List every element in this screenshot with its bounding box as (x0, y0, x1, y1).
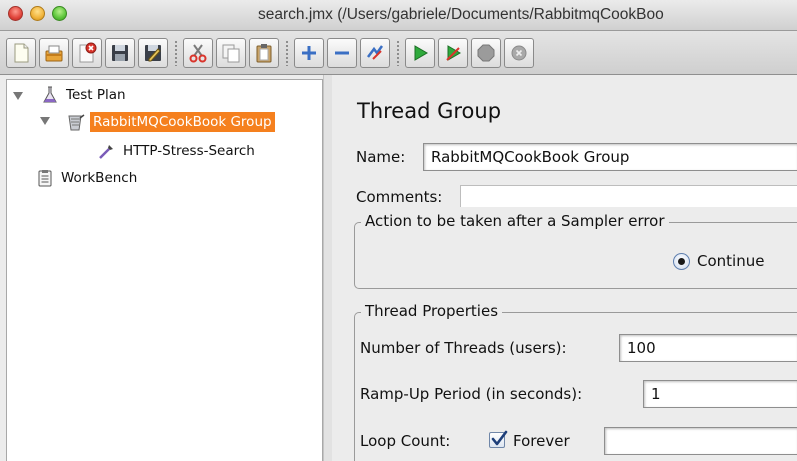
minimize-window-button[interactable] (30, 6, 45, 21)
name-field[interactable]: RabbitMQCookBook Group (423, 143, 797, 171)
loop-count-field[interactable] (604, 427, 797, 455)
continue-radio[interactable] (673, 253, 690, 270)
cut-icon (189, 44, 207, 63)
close-window-button[interactable] (8, 6, 23, 21)
start-no-pauses-icon (446, 45, 461, 61)
tree-item-thread-group[interactable]: RabbitMQCookBook Group (66, 111, 275, 133)
toggle-icon (367, 45, 384, 60)
cut-button[interactable] (183, 38, 213, 68)
panel-splitter[interactable] (323, 75, 332, 461)
toolbar (0, 31, 797, 75)
save-button[interactable] (105, 38, 135, 68)
stop-icon (477, 44, 495, 62)
tree-item-http-sampler[interactable]: HTTP-Stress-Search (97, 140, 257, 162)
stop-button[interactable] (471, 38, 501, 68)
paste-button[interactable] (249, 38, 279, 68)
clipboard-icon (35, 168, 55, 188)
shutdown-icon (511, 45, 527, 61)
start-icon (414, 45, 428, 61)
threads-label: Number of Threads (users): (360, 339, 567, 357)
radio-selected-dot (678, 258, 685, 265)
tree-item-label: WorkBench (61, 170, 138, 186)
expand-toggle-thread-group[interactable] (40, 117, 50, 125)
loop-count-label: Loop Count: (360, 432, 451, 450)
continue-label: Continue (697, 252, 765, 270)
expand-all-button[interactable] (294, 38, 324, 68)
tree-item-workbench[interactable]: WorkBench (35, 167, 139, 189)
copy-button[interactable] (216, 38, 246, 68)
tree-item-label: HTTP-Stress-Search (123, 143, 255, 159)
threads-field[interactable]: 100 (619, 334, 797, 362)
expand-toggle-test-plan[interactable] (13, 92, 23, 100)
test-plan-tree: Test Plan RabbitMQCookBook Group HTTP-St… (6, 79, 323, 461)
rampup-field[interactable]: 1 (643, 380, 797, 408)
save-as-icon (145, 45, 161, 62)
thread-properties-legend: Thread Properties (361, 302, 503, 320)
templates-icon (45, 45, 63, 62)
collapse-icon (335, 51, 349, 55)
start-no-pauses-button[interactable] (438, 38, 468, 68)
toolbar-separator (175, 40, 177, 66)
thread-group-editor: Thread Group Name: RabbitMQCookBook Grou… (336, 75, 797, 461)
sampler-error-group: Action to be taken after a Sampler error… (354, 212, 797, 289)
tree-item-label: Test Plan (66, 87, 126, 103)
forever-label: Forever (513, 432, 570, 450)
sampler-error-legend: Action to be taken after a Sampler error (361, 212, 669, 230)
save-as-button[interactable] (138, 38, 168, 68)
tree-item-label: RabbitMQCookBook Group (90, 112, 275, 132)
open-button[interactable] (72, 38, 102, 68)
shutdown-button[interactable] (504, 38, 534, 68)
pipette-icon (97, 141, 117, 161)
page-title: Thread Group (357, 99, 502, 123)
start-button[interactable] (405, 38, 435, 68)
save-icon (112, 45, 128, 61)
rampup-label: Ramp-Up Period (in seconds): (360, 385, 583, 403)
comments-field[interactable] (460, 185, 797, 207)
thread-group-icon (66, 112, 86, 132)
window-title: search.jmx (/Users/gabriele/Documents/Ra… (258, 6, 664, 23)
open-icon (79, 42, 97, 63)
zoom-window-button[interactable] (52, 6, 67, 21)
flask-icon (40, 85, 60, 105)
tree-item-test-plan[interactable]: Test Plan (40, 84, 128, 106)
expand-icon (302, 46, 316, 60)
forever-checkbox[interactable] (489, 430, 508, 448)
new-icon (14, 43, 29, 63)
comments-label: Comments: (356, 188, 443, 206)
collapse-all-button[interactable] (327, 38, 357, 68)
toolbar-separator (286, 40, 288, 66)
paste-icon (256, 44, 272, 63)
toolbar-separator (397, 40, 399, 66)
templates-button[interactable] (39, 38, 69, 68)
copy-icon (222, 44, 240, 63)
window-title-bar: search.jmx (/Users/gabriele/Documents/Ra… (0, 0, 797, 31)
name-label: Name: (356, 148, 406, 166)
checkmark-icon (491, 430, 508, 446)
toggle-button[interactable] (360, 38, 390, 68)
new-button[interactable] (6, 38, 36, 68)
